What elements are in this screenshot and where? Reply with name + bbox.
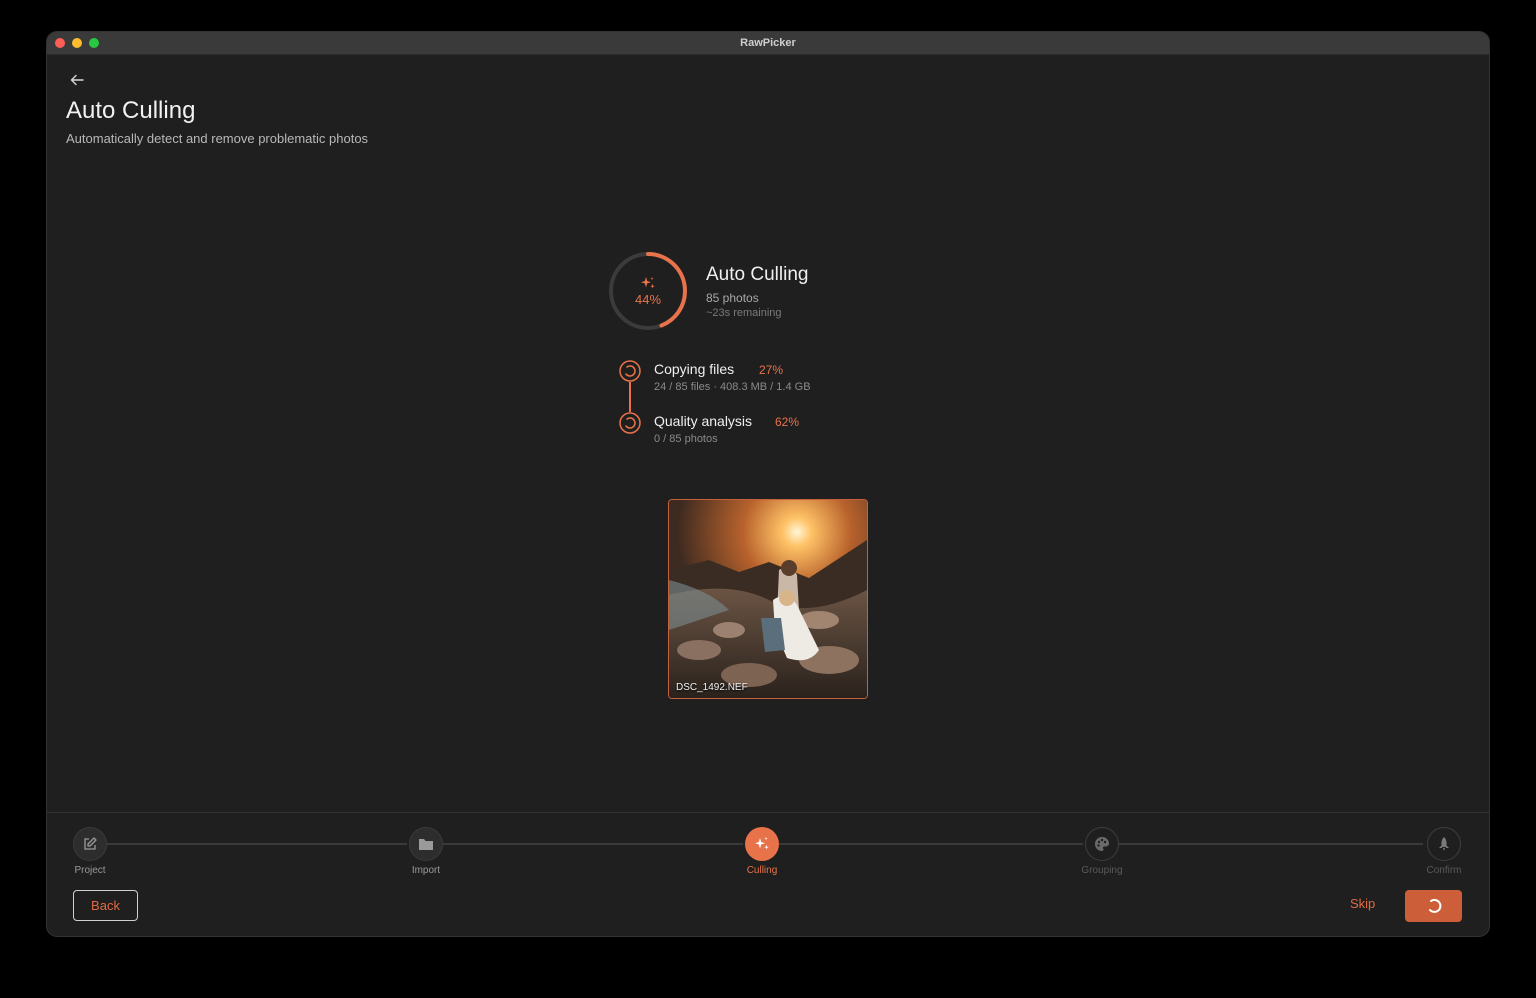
step-project[interactable] — [73, 827, 107, 861]
title-bar: RawPicker — [47, 32, 1489, 55]
step-culling[interactable] — [745, 827, 779, 861]
photo-image — [669, 500, 867, 698]
overall-progress-percent: 44% — [634, 291, 662, 307]
step-confirm[interactable] — [1427, 827, 1461, 861]
window-title: RawPicker — [740, 37, 796, 49]
job-photo-count: 85 photos — [706, 291, 759, 305]
app-window: RawPicker Auto Culling Automatically det… — [47, 32, 1489, 936]
back-arrow-button[interactable] — [67, 70, 87, 90]
job-title: Auto Culling — [706, 264, 809, 285]
sparkles-icon — [641, 276, 655, 288]
task-percent: 62% — [775, 415, 800, 429]
page-title: Auto Culling — [66, 97, 196, 124]
footer-divider — [47, 812, 1489, 813]
skip-button[interactable]: Skip — [1350, 896, 1375, 911]
rocket-icon — [1439, 837, 1449, 851]
step-label: Import — [411, 865, 441, 876]
step-label: Confirm — [1426, 865, 1462, 876]
minimize-window-button[interactable] — [72, 38, 82, 48]
window-controls — [55, 38, 99, 48]
palette-icon — [1095, 837, 1109, 851]
task-spinner-icon — [619, 412, 641, 434]
edit-icon — [84, 837, 97, 850]
stepper-connector — [107, 843, 407, 845]
maximize-window-button[interactable] — [89, 38, 99, 48]
photo-filename: DSC_1492.NEF — [676, 682, 748, 693]
task-detail: 0 / 85 photos — [654, 433, 718, 445]
task-connector-line — [629, 382, 631, 412]
step-import[interactable] — [409, 827, 443, 861]
folder-icon — [419, 839, 433, 850]
stepper-connector — [443, 843, 743, 845]
arrow-left-icon — [70, 74, 84, 86]
job-time-remaining: ~23s remaining — [706, 307, 782, 319]
step-label: Culling — [746, 865, 778, 876]
back-button[interactable]: Back — [73, 890, 138, 921]
close-window-button[interactable] — [55, 38, 65, 48]
sparkles-icon — [755, 837, 769, 850]
step-label: Project — [74, 865, 106, 876]
task-name: Quality analysis — [654, 413, 753, 429]
task-spinner-icon — [619, 360, 641, 382]
next-button-loading[interactable] — [1405, 890, 1462, 922]
stepper-connector — [779, 843, 1083, 845]
spinner-icon — [1428, 898, 1441, 913]
page-subtitle: Automatically detect and remove problema… — [66, 131, 369, 146]
step-grouping[interactable] — [1085, 827, 1119, 861]
task-percent: 27% — [759, 363, 784, 377]
task-detail: 24 / 85 files · 408.3 MB / 1.4 GB — [654, 381, 811, 393]
photo-preview: DSC_1492.NEF — [668, 499, 868, 699]
progress-ring-center: 44% — [608, 251, 688, 331]
step-label: Grouping — [1081, 865, 1123, 876]
task-name: Copying files — [654, 361, 735, 377]
stepper-connector — [1119, 843, 1423, 845]
